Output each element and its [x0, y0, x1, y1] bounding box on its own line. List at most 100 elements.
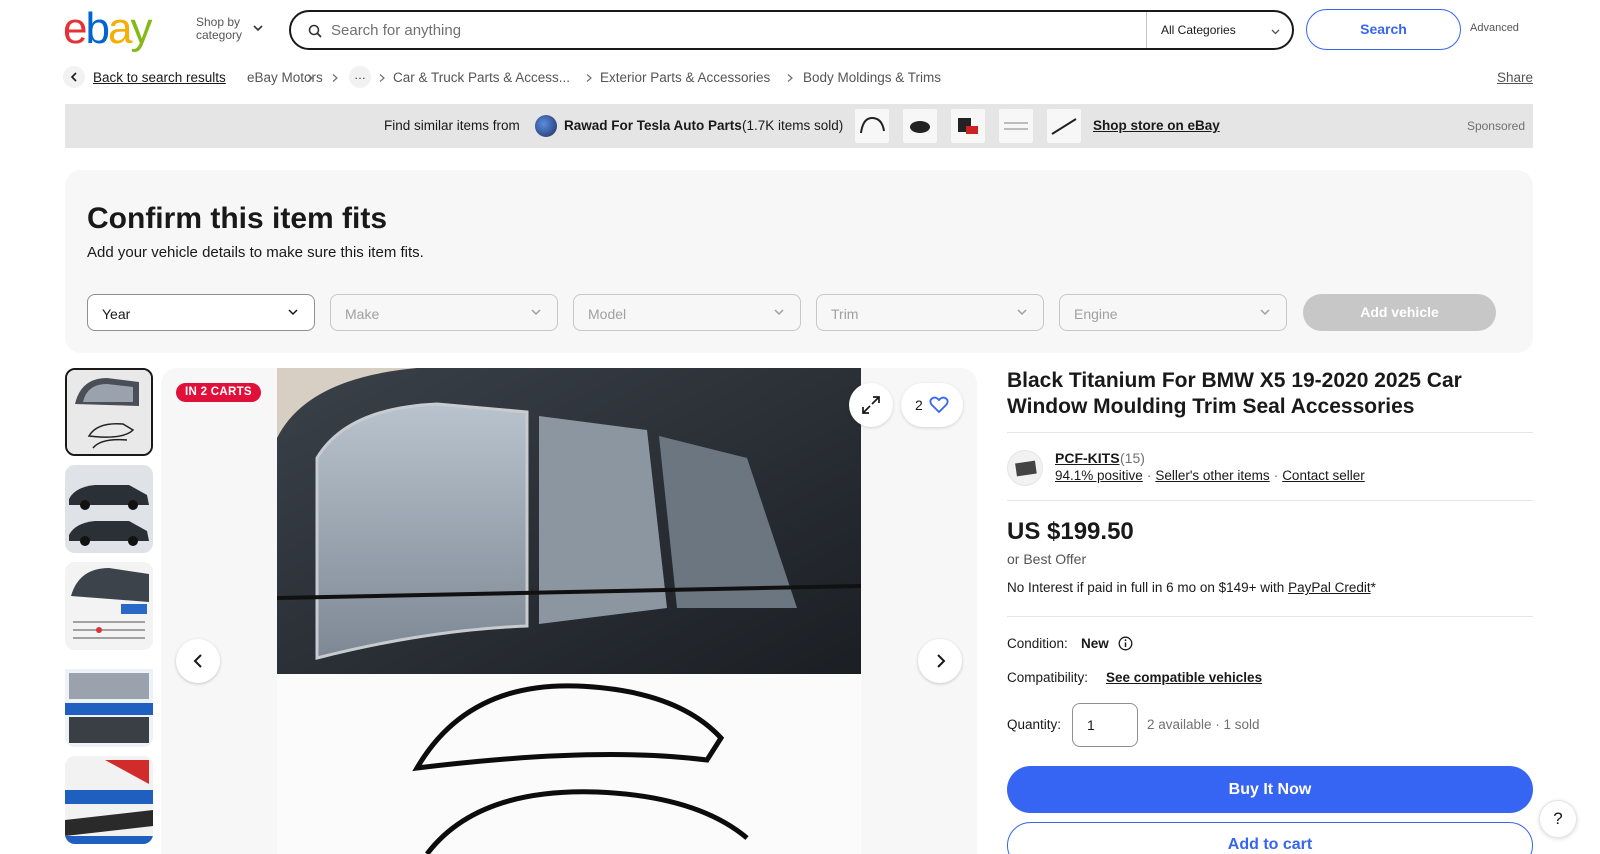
add-vehicle-button[interactable]: Add vehicle [1303, 294, 1496, 331]
banner-product-thumb[interactable] [855, 109, 889, 143]
add-to-cart-button[interactable]: Add to cart [1007, 822, 1533, 854]
store-logo-icon [535, 115, 557, 137]
crumb-ebay-motors[interactable]: eBay Motors [247, 70, 323, 85]
help-button[interactable]: ? [1539, 800, 1577, 838]
contact-seller-link[interactable]: Contact seller [1282, 468, 1365, 483]
year-select-label: Year [102, 306, 131, 322]
product-photo[interactable] [277, 368, 861, 854]
in-carts-badge: IN 2 CARTS [176, 383, 261, 402]
banner-product-thumb[interactable] [1047, 109, 1081, 143]
search-button[interactable]: Search [1306, 9, 1461, 50]
banner-sold-count: (1.7K items sold) [742, 118, 844, 133]
seller-avatar[interactable] [1007, 450, 1043, 486]
category-select[interactable]: All Categories [1146, 12, 1292, 48]
seller-name-link[interactable]: PCF-KITS [1055, 450, 1120, 466]
expand-image-button[interactable] [849, 383, 893, 427]
buy-it-now-button[interactable]: Buy It Now [1007, 766, 1533, 813]
separator-dot: · [1273, 468, 1279, 483]
chevron-right-icon [586, 74, 592, 82]
chevron-right-icon [379, 74, 385, 82]
engine-select-label: Engine [1074, 306, 1118, 322]
credit-offer: No Interest if paid in full in 6 mo on $… [1007, 580, 1376, 595]
banner-store-name[interactable]: Rawad For Tesla Auto Parts [564, 118, 742, 133]
make-select-label: Make [345, 306, 380, 322]
divider [1007, 432, 1533, 433]
crumb-exterior-parts[interactable]: Exterior Parts & Accessories [600, 70, 770, 85]
banner-product-thumb[interactable] [903, 109, 937, 143]
condition-label: Condition: [1007, 636, 1068, 651]
thumbnail-1[interactable] [65, 368, 153, 456]
watch-count: 2 [915, 397, 923, 413]
shop-by-category[interactable]: Shop by category [196, 16, 242, 42]
seller-links: 94.1% positive · Seller's other items · Cont… [1055, 468, 1365, 483]
fitment-title: Confirm this item fits [87, 202, 388, 235]
credit-text: No Interest if paid in full in 6 mo on $… [1007, 580, 1285, 595]
model-select-label: Model [588, 306, 627, 322]
category-select-label: All Categories [1161, 23, 1236, 37]
chevron-right-icon [787, 74, 793, 82]
banner-product-thumb[interactable] [999, 109, 1033, 143]
thumbnail-2[interactable] [65, 465, 153, 553]
breadcrumb: Back to search results eBay Motors … Car… [63, 66, 1533, 90]
credit-suffix: * [1370, 580, 1376, 595]
paypal-credit-link[interactable]: PayPal Credit [1288, 580, 1371, 595]
banner-product-thumb[interactable] [951, 109, 985, 143]
chevron-right-icon [937, 654, 946, 668]
watch-button[interactable]: 2 [901, 383, 963, 427]
chevron-down-icon [531, 309, 541, 316]
availability-text: 2 available · 1 sold [1147, 717, 1260, 732]
previous-image-button[interactable] [176, 639, 220, 683]
share-link[interactable]: Share [1497, 70, 1533, 85]
make-select[interactable]: Make [330, 294, 558, 331]
shop-by-line2: category [196, 28, 243, 42]
seller-other-items-link[interactable]: Seller's other items [1155, 468, 1269, 483]
quantity-input[interactable] [1072, 703, 1138, 747]
thumbnail-3[interactable] [65, 562, 153, 650]
svg-text:ebay: ebay [63, 6, 152, 52]
expand-icon [862, 396, 880, 414]
chevron-down-icon [1260, 309, 1270, 316]
chevron-down-icon [1017, 309, 1027, 316]
chevron-down-icon [1271, 29, 1280, 35]
sponsored-store-banner[interactable]: Find similar items from Rawad For Tesla … [65, 104, 1533, 148]
info-icon[interactable] [1118, 636, 1133, 651]
condition-value: New [1081, 636, 1109, 651]
main-image-viewer[interactable]: IN 2 CARTS 2 [161, 368, 977, 854]
see-compatible-vehicles-link[interactable]: See compatible vehicles [1106, 670, 1262, 685]
thumbnail-4[interactable] [65, 659, 153, 747]
engine-select[interactable]: Engine [1059, 294, 1287, 331]
advanced-search-link[interactable]: Advanced [1470, 22, 1519, 34]
search-bar: All Categories [289, 10, 1294, 50]
fitment-panel: Confirm this item fits Add your vehicle … [65, 170, 1533, 353]
crumb-body-moldings[interactable]: Body Moldings & Trims [803, 70, 941, 85]
shop-store-link[interactable]: Shop store on eBay [1093, 118, 1220, 133]
item-title: Black Titanium For BMW X5 19-2020 2025 C… [1007, 369, 1462, 418]
back-to-search-link[interactable]: Back to search results [93, 70, 226, 85]
best-offer-label: or Best Offer [1007, 551, 1087, 567]
divider [1007, 500, 1533, 501]
header: ebay Shop by category All Categories Sea… [0, 0, 1600, 58]
model-select[interactable]: Model [573, 294, 801, 331]
divider [1007, 616, 1533, 617]
year-select[interactable]: Year [87, 294, 315, 331]
next-image-button[interactable] [918, 639, 962, 683]
chevron-down-icon [288, 309, 298, 316]
chevron-down-icon [774, 309, 784, 316]
quantity-label: Quantity: [1007, 717, 1062, 732]
trim-select-label: Trim [831, 306, 859, 322]
crumb-car-truck-parts[interactable]: Car & Truck Parts & Access... [393, 70, 570, 85]
seller-feedback-count: (15) [1120, 450, 1145, 466]
seller-positive-link[interactable]: 94.1% positive [1055, 468, 1143, 483]
item-details: Black Titanium For BMW X5 19-2020 2025 C… [1007, 368, 1533, 854]
thumbnail-5[interactable] [65, 756, 153, 844]
search-icon [308, 24, 322, 38]
ebay-logo[interactable]: ebay [63, 6, 175, 52]
search-input[interactable] [331, 12, 1111, 48]
banner-prefix: Find similar items from [384, 118, 520, 133]
trim-select[interactable]: Trim [816, 294, 1044, 331]
back-arrow-icon[interactable] [63, 66, 85, 88]
compatibility-label: Compatibility: [1007, 670, 1089, 685]
fitment-subtitle: Add your vehicle details to make sure th… [87, 244, 424, 261]
breadcrumb-more-button[interactable]: … [349, 66, 371, 88]
chevron-down-icon[interactable] [252, 22, 264, 34]
